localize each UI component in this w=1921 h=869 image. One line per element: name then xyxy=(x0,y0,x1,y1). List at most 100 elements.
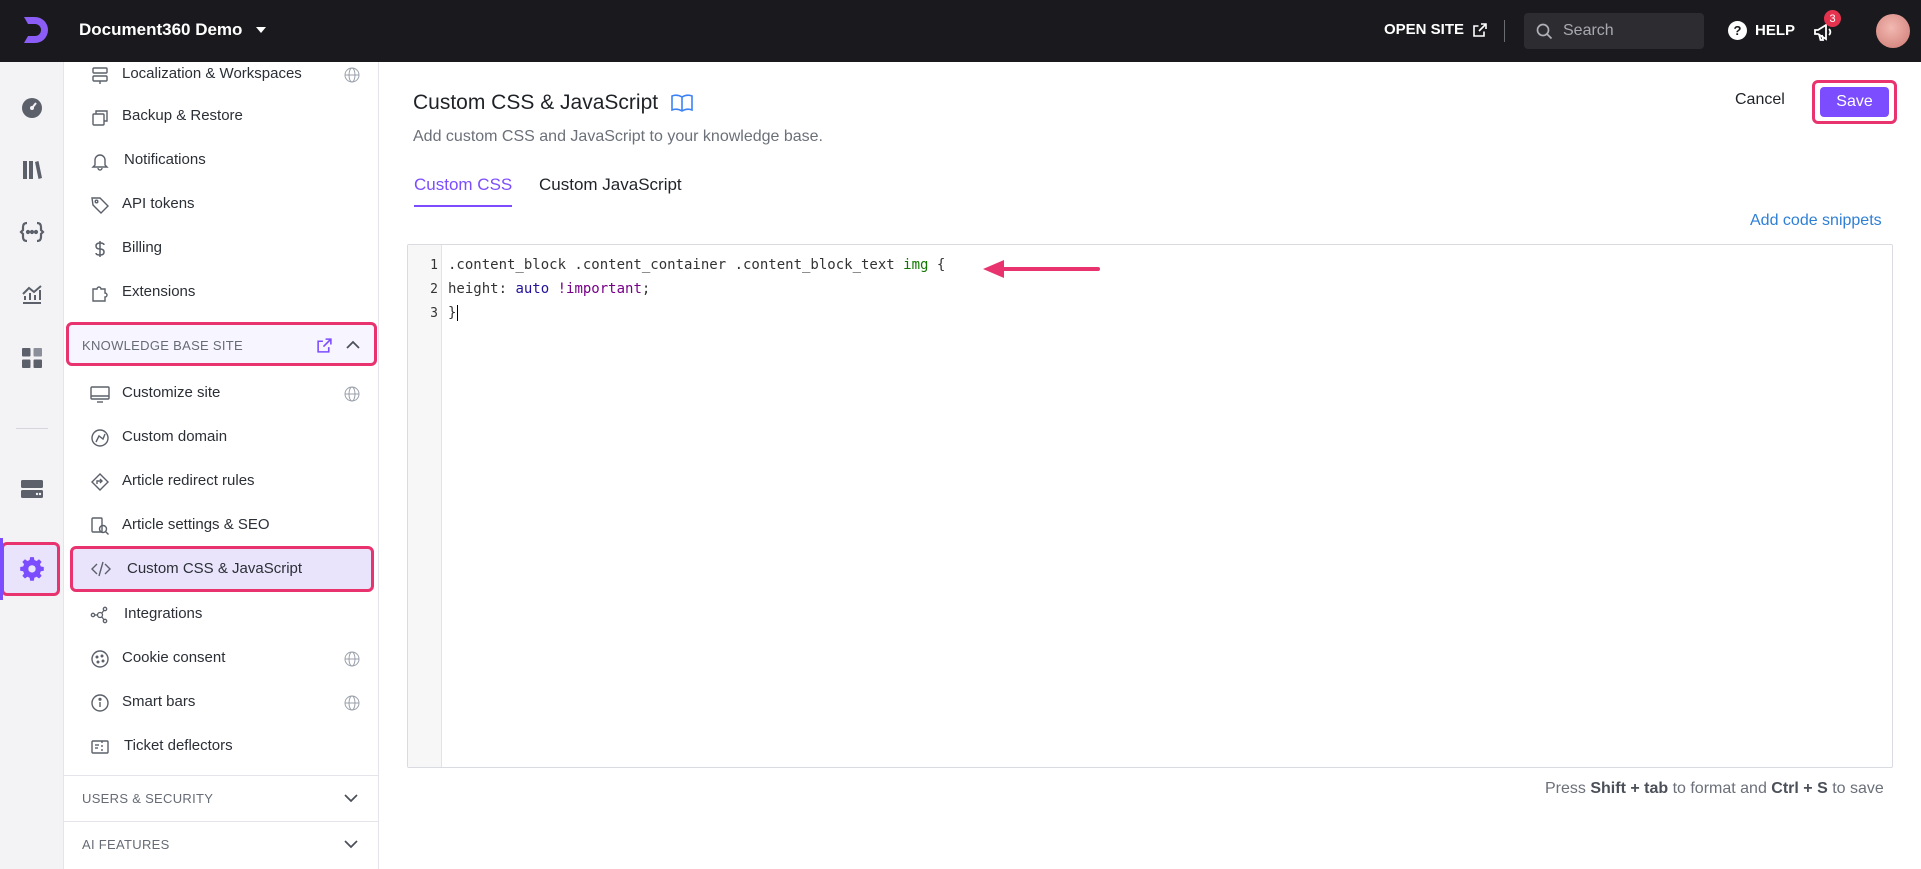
chevron-down-icon xyxy=(256,27,267,33)
help-button[interactable]: ? HELP xyxy=(1728,21,1795,40)
sidebar-item-label: Ticket deflectors xyxy=(124,737,233,754)
sidebar-item-label: Backup & Restore xyxy=(122,107,243,124)
sidebar-item-label: Article redirect rules xyxy=(122,472,255,489)
redirect-icon xyxy=(91,473,109,491)
documentation-icon[interactable] xyxy=(14,152,50,188)
sidebar-item-backup[interactable]: Backup & Restore xyxy=(64,96,378,136)
globe-icon xyxy=(344,651,360,667)
sidebar-item-label: Custom CSS & JavaScript xyxy=(127,560,303,577)
book-icon[interactable] xyxy=(670,93,694,113)
tab-custom-css[interactable]: Custom CSS xyxy=(414,175,513,207)
search-icon xyxy=(1536,23,1553,39)
sidebar-item-label: Custom domain xyxy=(122,428,228,445)
code-selector: .content_block .content_container .conte… xyxy=(448,257,904,273)
dashboard-icon[interactable] xyxy=(14,90,50,126)
add-code-snippets-link[interactable]: Add code snippets xyxy=(1750,212,1882,230)
settings-sidebar: Localization & Workspaces Backup & Resto… xyxy=(64,62,379,869)
sidebar-item-label: Extensions xyxy=(122,283,196,300)
code-tag: img xyxy=(903,257,929,273)
search-box[interactable] xyxy=(1524,13,1704,49)
search-input[interactable] xyxy=(1563,22,1683,40)
keyboard-hint: Press Shift + tab to format and Ctrl + S… xyxy=(1545,780,1884,798)
topbar-divider xyxy=(1504,20,1505,42)
notification-badge: 3 xyxy=(1824,10,1841,27)
sidebar-item-label: Smart bars xyxy=(122,693,196,710)
sidebar-item-article-settings-seo[interactable]: Article settings & SEO xyxy=(64,505,378,545)
hint-suffix: to save xyxy=(1827,780,1884,797)
code-semicolon: ; xyxy=(641,281,651,297)
monitor-icon xyxy=(90,386,110,403)
external-link-icon[interactable] xyxy=(316,337,333,354)
notifications-icon xyxy=(91,154,109,171)
sidebar-item-localization[interactable]: Localization & Workspaces xyxy=(64,62,378,94)
code-value: auto xyxy=(515,281,550,297)
sidebar-item-notifications[interactable]: Notifications xyxy=(64,140,378,180)
localization-icon xyxy=(92,67,108,84)
cancel-button[interactable]: Cancel xyxy=(1735,91,1785,109)
document360-logo-icon[interactable] xyxy=(18,14,50,46)
sidebar-item-smart-bars[interactable]: Smart bars xyxy=(64,682,378,722)
sidebar-item-article-redirect-rules[interactable]: Article redirect rules xyxy=(64,461,378,501)
hint-middle: to format and xyxy=(1668,780,1772,797)
tab-custom-javascript[interactable]: Custom JavaScript xyxy=(539,175,682,205)
sidebar-item-label: API tokens xyxy=(122,195,195,212)
drive-icon[interactable] xyxy=(14,471,50,507)
section-knowledge-base-site[interactable]: KNOWLEDGE BASE SITE xyxy=(66,322,377,366)
info-icon xyxy=(91,694,109,712)
top-bar: Document360 Demo OPEN SITE ? HELP 3 xyxy=(0,0,1921,62)
section-ai-features[interactable]: AI FEATURES xyxy=(66,822,377,866)
globe-icon xyxy=(344,67,360,83)
save-button[interactable]: Save xyxy=(1820,87,1889,117)
line-number: 2 xyxy=(430,282,438,297)
api-icon[interactable] xyxy=(14,214,50,250)
globe-icon xyxy=(344,386,360,402)
sidebar-item-api-tokens[interactable]: API tokens xyxy=(64,184,378,224)
sidebar-item-customize-site[interactable]: Customize site xyxy=(64,373,378,413)
sidebar-item-label: Customize site xyxy=(122,384,221,401)
dollar-icon xyxy=(95,241,105,257)
sidebar-item-ticket-deflectors[interactable]: Ticket deflectors xyxy=(64,726,378,766)
chevron-up-icon[interactable] xyxy=(346,340,360,350)
code-closing-brace: } xyxy=(448,305,457,321)
sidebar-item-custom-domain[interactable]: Custom domain xyxy=(64,417,378,457)
project-switcher[interactable]: Document360 Demo xyxy=(79,20,267,40)
domain-icon xyxy=(91,429,109,447)
sidebar-item-label: Billing xyxy=(122,239,163,256)
code-line-2: height: auto !important; xyxy=(448,281,650,297)
line-number: 1 xyxy=(430,258,438,273)
seo-icon xyxy=(91,517,109,535)
help-label: HELP xyxy=(1755,22,1796,39)
code-brace: { xyxy=(928,257,946,273)
help-icon: ? xyxy=(1728,21,1747,40)
analytics-icon[interactable] xyxy=(14,276,50,312)
user-avatar[interactable] xyxy=(1876,14,1910,48)
tag-icon xyxy=(91,197,109,214)
widgets-icon[interactable] xyxy=(14,340,50,376)
line-number: 3 xyxy=(430,306,438,321)
sidebar-item-label: Cookie consent xyxy=(122,649,226,666)
sidebar-item-label: Localization & Workspaces xyxy=(122,65,302,82)
css-code-editor[interactable]: 1 2 3 .content_block .content_container … xyxy=(407,244,1893,768)
project-name-label: Document360 Demo xyxy=(79,20,243,39)
open-site-link[interactable]: OPEN SITE xyxy=(1384,21,1488,38)
ticket-icon xyxy=(91,740,109,754)
sidebar-item-billing[interactable]: Billing xyxy=(64,228,378,268)
sidebar-item-extensions[interactable]: Extensions xyxy=(64,272,378,312)
code-line-1: .content_block .content_container .conte… xyxy=(448,257,945,273)
section-users-security[interactable]: USERS & SECURITY xyxy=(66,776,377,820)
text-cursor xyxy=(457,305,459,321)
sidebar-item-custom-css-javascript[interactable]: Custom CSS & JavaScript xyxy=(70,546,374,592)
section-label: KNOWLEDGE BASE SITE xyxy=(82,338,244,353)
sidebar-item-cookie-consent[interactable]: Cookie consent xyxy=(64,638,378,678)
rail-divider xyxy=(16,428,48,429)
section-label: AI FEATURES xyxy=(82,837,170,852)
chevron-down-icon xyxy=(344,794,358,803)
save-highlight: Save xyxy=(1812,80,1897,124)
sidebar-item-integrations[interactable]: Integrations xyxy=(64,594,378,634)
hint-key-save: Ctrl + S xyxy=(1771,780,1828,797)
puzzle-icon xyxy=(92,286,108,302)
settings-icon[interactable] xyxy=(14,551,50,587)
line-number-gutter: 1 2 3 xyxy=(408,245,442,767)
open-site-label: OPEN SITE xyxy=(1384,21,1465,38)
cookie-icon xyxy=(91,650,109,668)
